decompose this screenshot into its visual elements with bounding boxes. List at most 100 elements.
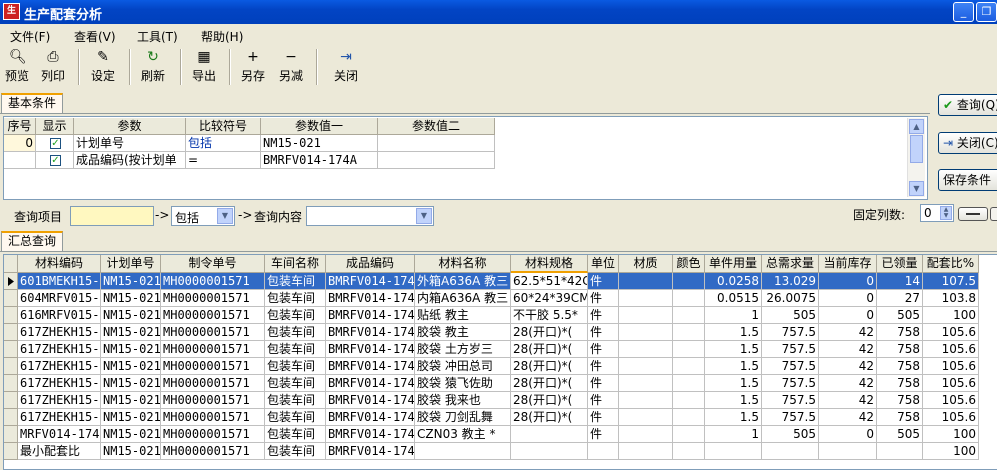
cell-order-no[interactable]: MH0000001571 [161,375,265,392]
cell-plan-no[interactable]: NM15-021 [101,324,161,341]
cell-material-name[interactable]: 胶袋 猿飞佐助 [415,375,511,392]
row-indicator[interactable] [4,341,18,358]
cell-received-qty[interactable] [877,443,923,460]
cell-material-code[interactable]: 617ZHEKH15- [18,341,101,358]
table-row[interactable]: 617ZHEKH15- NM15-021 MH0000001571 包装车间 BMRFV… [4,375,997,392]
cell-product-code[interactable]: BMRFV014-174. [326,341,415,358]
table-row[interactable]: 617ZHEKH15- NM15-021 MH0000001571 包装车间 BMRFV… [4,409,997,426]
cell-order-no[interactable]: MH0000001571 [161,443,265,460]
cell-order-no[interactable]: MH0000001571 [161,273,265,290]
header-unit-usage[interactable]: 单件用量 [705,255,762,273]
cell-workshop[interactable]: 包装车间 [265,307,326,324]
row-indicator[interactable] [4,443,18,460]
cell-material-code[interactable]: 617ZHEKH15- [18,358,101,375]
cell-texture[interactable] [619,290,673,307]
cell-order-no[interactable]: MH0000001571 [161,324,265,341]
table-row[interactable]: 617ZHEKH15- NM15-021 MH0000001571 包装车间 BMRFV… [4,392,997,409]
query-content-select[interactable]: ▼ [306,206,434,226]
cell-material-spec[interactable]: 28(开口)*( [511,341,588,358]
spinner-arrows-icon[interactable]: ▲ ▼ [940,206,952,220]
cell-material-code[interactable]: 617ZHEKH15- [18,324,101,341]
cell-workshop[interactable]: 包装车间 [265,392,326,409]
cell-color[interactable] [673,392,705,409]
cell-current-stock[interactable]: 0 [819,426,877,443]
row-indicator[interactable] [4,409,18,426]
cell-texture[interactable] [619,341,673,358]
header-workshop[interactable]: 车间名称 [265,255,326,273]
cell-plan-no[interactable]: NM15-021 [101,409,161,426]
cell-unit[interactable]: 件 [588,392,619,409]
cell-workshop[interactable]: 包装车间 [265,443,326,460]
cell-unit-usage[interactable]: 1.5 [705,375,762,392]
cell-material-name[interactable]: CZN03 教主 * [415,426,511,443]
cell-unit[interactable]: 件 [588,341,619,358]
cell-unit[interactable]: 件 [588,409,619,426]
header-color[interactable]: 颜色 [673,255,705,273]
cell-unit[interactable]: 件 [588,358,619,375]
table-row[interactable]: 617ZHEKH15- NM15-021 MH0000001571 包装车间 BMRFV… [4,341,997,358]
cell-workshop[interactable]: 包装车间 [265,409,326,426]
cell-plan-no[interactable]: NM15-021 [101,375,161,392]
scroll-thumb[interactable] [910,135,923,163]
row-indicator[interactable] [4,375,18,392]
print-button[interactable]: ⎙ 列印 [40,49,66,84]
cell-unit[interactable] [588,443,619,460]
cell-unit-usage[interactable]: 0.0515 [705,290,762,307]
cell-product-code[interactable]: BMRFV014-174. [326,392,415,409]
cell-order-no[interactable]: MH0000001571 [161,392,265,409]
cell-received-qty[interactable]: 758 [877,341,923,358]
cell-current-stock[interactable]: 42 [819,375,877,392]
table-row[interactable]: MRFV014-174- NM15-021 MH0000001571 包装车间 BMRF… [4,426,997,443]
cell-order-no[interactable]: MH0000001571 [161,426,265,443]
cell-unit-usage[interactable]: 0.0258 [705,273,762,290]
show-checkbox[interactable]: ✓ [50,155,61,166]
table-row[interactable]: 604MRFV015- NM15-021 MH0000001571 包装车间 BMRFV… [4,290,997,307]
cell-product-code[interactable]: BMRFV014-174. [326,443,415,460]
header-unit[interactable]: 单位 [588,255,619,273]
cell-material-code[interactable]: 最小配套比 [18,443,101,460]
cell-material-name[interactable]: 胶袋 刀剑乱舞 [415,409,511,426]
cell-color[interactable] [673,409,705,426]
cell-texture[interactable] [619,358,673,375]
table-row[interactable]: 617ZHEKH15- NM15-021 MH0000001571 包装车间 BMRFV… [4,324,997,341]
cell-received-qty[interactable]: 14 [877,273,923,290]
cond-cell-value1[interactable]: BMRFV014-174A [261,152,378,169]
cell-texture[interactable] [619,443,673,460]
settings-button[interactable]: ✎ 设定 [90,49,116,84]
cell-order-no[interactable]: MH0000001571 [161,307,265,324]
cell-current-stock[interactable]: 42 [819,358,877,375]
cell-total-demand[interactable]: 13.029 [762,273,819,290]
cond-cell-value1[interactable]: NM15-021 [261,135,378,152]
restore-button[interactable]: ❐ [976,2,997,22]
cell-match-ratio[interactable]: 100 [923,426,979,443]
cell-plan-no[interactable]: NM15-021 [101,358,161,375]
cell-unit[interactable]: 件 [588,324,619,341]
cell-received-qty[interactable]: 758 [877,375,923,392]
cell-workshop[interactable]: 包装车间 [265,290,326,307]
save-as-button[interactable]: + 另存 [240,49,266,84]
cell-material-name[interactable]: 胶袋 教主 [415,324,511,341]
cell-current-stock[interactable] [819,443,877,460]
cell-product-code[interactable]: BMRFV014-174. [326,307,415,324]
cell-texture[interactable] [619,324,673,341]
header-match-ratio[interactable]: 配套比% [923,255,979,273]
scroll-down-icon[interactable]: ▼ [909,181,924,196]
cell-product-code[interactable]: BMRFV014-174. [326,409,415,426]
tab-basic-conditions[interactable]: 基本条件 [1,93,64,113]
cell-unit-usage[interactable]: 1 [705,426,762,443]
cell-total-demand[interactable]: 505 [762,426,819,443]
header-product-code[interactable]: 成品编码 [326,255,415,273]
table-row[interactable]: 601BMEKH15- NM15-021 MH0000001571 包装车间 BMRFV… [4,273,997,290]
cell-order-no[interactable]: MH0000001571 [161,358,265,375]
cell-match-ratio[interactable]: 105.6 [923,358,979,375]
operator-select[interactable]: 包括 ▼ [171,206,235,226]
cell-material-name[interactable]: 内箱A636A 教三 [415,290,511,307]
cell-color[interactable] [673,358,705,375]
cell-material-spec[interactable] [511,426,588,443]
cell-material-spec[interactable]: 28(开口)*( [511,324,588,341]
cell-current-stock[interactable]: 42 [819,324,877,341]
cell-current-stock[interactable]: 0 [819,307,877,324]
cell-plan-no[interactable]: NM15-021 [101,307,161,324]
cell-material-name[interactable]: 胶袋 土方岁三 [415,341,511,358]
cell-received-qty[interactable]: 758 [877,409,923,426]
